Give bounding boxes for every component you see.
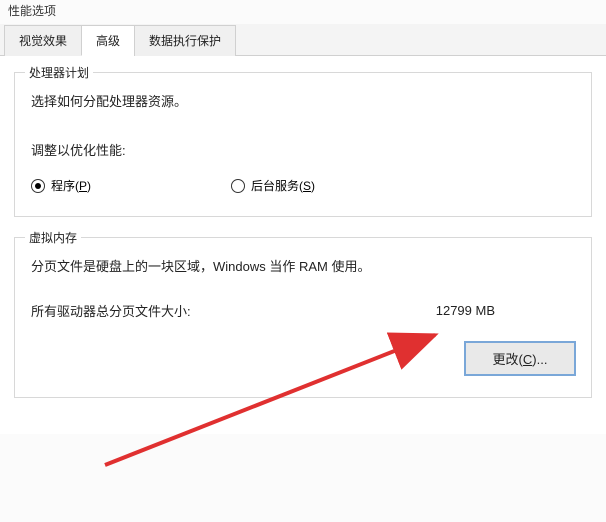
vm-total-value: 12799 MB (436, 303, 495, 318)
radio-programs-label: 程序(P) (51, 177, 91, 194)
processor-group-title: 处理器计划 (25, 64, 93, 81)
change-btn-key: C (523, 352, 532, 367)
radio-programs-prefix: 程序( (51, 179, 79, 193)
vm-button-row: 更改(C)... (31, 342, 575, 375)
change-button[interactable]: 更改(C)... (465, 342, 575, 375)
vm-total-row: 所有驱动器总分页文件大小: 12799 MB (31, 301, 575, 320)
change-btn-suffix: )... (532, 352, 547, 367)
virtual-memory-group: 虚拟内存 分页文件是硬盘上的一块区域，Windows 当作 RAM 使用。 所有… (14, 237, 592, 398)
tab-content-advanced: 处理器计划 选择如何分配处理器资源。 调整以优化性能: 程序(P) 后台服务(S… (0, 56, 606, 434)
radio-bg-prefix: 后台服务( (251, 179, 303, 193)
window-title-text: 性能选项 (8, 4, 56, 18)
radio-bg-key: S (303, 179, 311, 193)
tab-dep[interactable]: 数据执行保护 (134, 25, 236, 56)
tab-advanced-label: 高级 (96, 34, 120, 48)
radio-background-services[interactable]: 后台服务(S) (231, 177, 315, 194)
tab-dep-label: 数据执行保护 (149, 34, 221, 48)
change-btn-prefix: 更改( (493, 352, 523, 367)
tab-strip: 视觉效果 高级 数据执行保护 (0, 24, 606, 56)
processor-scheduling-group: 处理器计划 选择如何分配处理器资源。 调整以优化性能: 程序(P) 后台服务(S… (14, 72, 592, 217)
radio-bg-indicator (231, 179, 245, 193)
radio-programs-suffix: ) (87, 179, 91, 193)
vm-desc: 分页文件是硬盘上的一块区域，Windows 当作 RAM 使用。 (31, 256, 575, 275)
tab-advanced[interactable]: 高级 (81, 25, 135, 56)
tab-visual-label: 视觉效果 (19, 34, 67, 48)
window-title-partial: 性能选项 (0, 0, 606, 24)
radio-programs-key: P (79, 179, 87, 193)
tab-visual-effects[interactable]: 视觉效果 (4, 25, 82, 56)
adjust-label: 调整以优化性能: (31, 140, 575, 159)
processor-desc: 选择如何分配处理器资源。 (31, 91, 575, 110)
radio-programs[interactable]: 程序(P) (31, 177, 91, 194)
radio-row: 程序(P) 后台服务(S) (31, 177, 575, 194)
vm-total-label: 所有驱动器总分页文件大小: (31, 301, 191, 320)
vm-group-title: 虚拟内存 (25, 229, 81, 246)
radio-bg-label: 后台服务(S) (251, 177, 315, 194)
radio-programs-indicator (31, 179, 45, 193)
radio-bg-suffix: ) (311, 179, 315, 193)
